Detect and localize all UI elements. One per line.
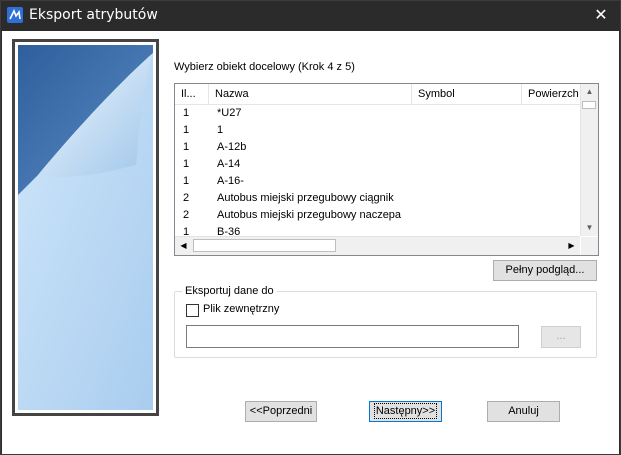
export-group-legend: Eksportuj dane do bbox=[182, 285, 277, 297]
cancel-label: Anuluj bbox=[508, 405, 539, 417]
cancel-button[interactable]: Anuluj bbox=[487, 401, 560, 422]
cell-count: 1 bbox=[183, 124, 190, 136]
cell-name: A-16- bbox=[217, 175, 244, 187]
scroll-left-icon[interactable]: ◀ bbox=[175, 237, 192, 254]
cell-count: 2 bbox=[183, 192, 190, 204]
previous-label: <<Poprzedni bbox=[249, 405, 313, 417]
horizontal-scroll-thumb[interactable] bbox=[193, 239, 336, 252]
scrollbar-corner bbox=[581, 237, 598, 255]
vertical-scrollbar[interactable]: ▲ ▼ bbox=[580, 84, 598, 236]
cell-name: Autobus miejski przegubowy naczepa bbox=[217, 209, 402, 221]
vertical-scroll-thumb[interactable] bbox=[582, 101, 596, 109]
cell-name: 1 bbox=[217, 124, 224, 136]
list-rows: 1 *U27 11 1 A-12b 1 A-14 1 A-16- 2 Autobus mi… bbox=[175, 105, 580, 235]
file-path-field[interactable] bbox=[186, 325, 519, 348]
scroll-down-icon[interactable]: ▼ bbox=[581, 220, 598, 236]
external-file-checkbox[interactable] bbox=[186, 304, 199, 317]
cell-count: 1 bbox=[183, 158, 190, 170]
cell-name: A-12b bbox=[217, 141, 247, 153]
list-item[interactable]: 1 A-16- bbox=[175, 173, 580, 190]
column-header-name[interactable]: Nazwa bbox=[209, 84, 412, 104]
external-file-label[interactable]: Plik zewnętrzny bbox=[203, 303, 279, 315]
horizontal-scrollbar[interactable]: ◀ ▶ bbox=[175, 236, 580, 255]
column-header-count[interactable]: Il... bbox=[175, 84, 209, 104]
wizard-page-curl-image bbox=[18, 45, 153, 410]
target-object-list[interactable]: Il... Nazwa Symbol Powierzch 1 *U27 11 1A… bbox=[174, 83, 599, 256]
cell-count: 1 bbox=[183, 141, 190, 153]
cell-name: B-36 bbox=[217, 226, 241, 235]
full-preview-label: Pełny podgląd... bbox=[505, 264, 585, 276]
next-button[interactable]: Następny>> bbox=[369, 401, 442, 422]
previous-button[interactable]: <<Poprzedni bbox=[245, 401, 317, 422]
cell-name: *U27 bbox=[217, 107, 242, 119]
title-bar[interactable]: Eksport atrybutów ✕ bbox=[1, 1, 620, 31]
list-item[interactable]: 1 A-14 bbox=[175, 156, 580, 173]
list-item[interactable]: 1 B-36 bbox=[175, 224, 580, 235]
app-logo-icon bbox=[7, 7, 23, 23]
list-item[interactable]: 2 Autobus miejski przegubowy ciągnik bbox=[175, 190, 580, 207]
wizard-side-panel bbox=[12, 39, 159, 416]
list-item[interactable]: 1 A-12b bbox=[175, 139, 580, 156]
browse-button[interactable]: ... bbox=[541, 326, 581, 348]
step-label: Wybierz obiekt docelowy (Krok 4 z 5) bbox=[174, 61, 355, 73]
cell-count: 1 bbox=[183, 226, 190, 235]
full-preview-button[interactable]: Pełny podgląd... bbox=[493, 260, 597, 281]
cell-count: 1 bbox=[183, 107, 190, 119]
list-item[interactable]: 1 *U27 bbox=[175, 105, 580, 122]
browse-label: ... bbox=[556, 330, 566, 342]
next-label: Następny>> bbox=[373, 403, 438, 419]
cell-name: A-14 bbox=[217, 158, 241, 170]
list-header: Il... Nazwa Symbol Powierzch bbox=[175, 84, 580, 105]
close-icon[interactable]: ✕ bbox=[590, 5, 612, 27]
cell-count: 2 bbox=[183, 209, 190, 221]
column-header-area[interactable]: Powierzch bbox=[522, 84, 580, 104]
window-title: Eksport atrybutów bbox=[29, 7, 158, 23]
list-item[interactable]: 11 bbox=[175, 122, 580, 139]
dialog-body: Wybierz obiekt docelowy (Krok 4 z 5) Il.… bbox=[2, 31, 619, 454]
cell-name: Autobus miejski przegubowy ciągnik bbox=[217, 192, 394, 204]
cell-count: 1 bbox=[183, 175, 190, 187]
dialog-window: Eksport atrybutów ✕ Wybierz obiekt docel… bbox=[0, 0, 621, 455]
list-item[interactable]: 2 Autobus miejski przegubowy naczepa bbox=[175, 207, 580, 224]
scroll-right-icon[interactable]: ▶ bbox=[563, 237, 580, 254]
scroll-up-icon[interactable]: ▲ bbox=[581, 84, 598, 100]
column-header-symbol[interactable]: Symbol bbox=[412, 84, 522, 104]
